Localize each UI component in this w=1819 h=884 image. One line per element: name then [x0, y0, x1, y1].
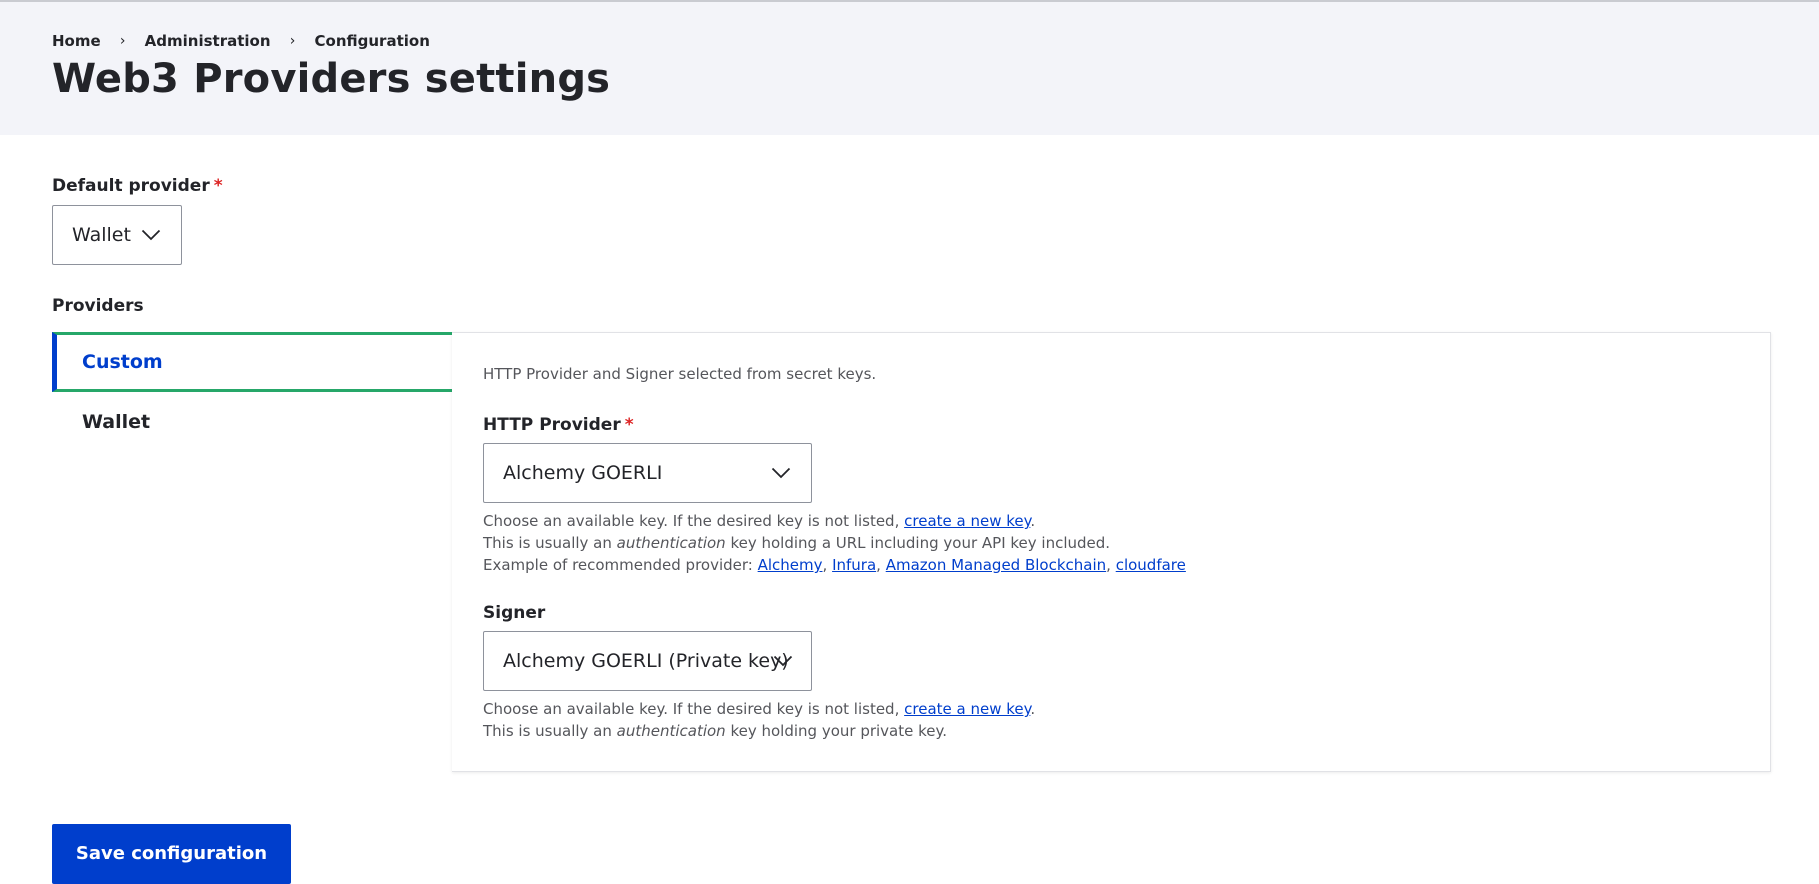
- help-text: .: [1030, 700, 1036, 718]
- providers-vertical-tabs: Custom Wallet: [52, 332, 452, 452]
- required-marker: *: [624, 415, 634, 435]
- panel-description: HTTP Provider and Signer selected from s…: [483, 365, 877, 383]
- link-separator: ,: [876, 556, 886, 574]
- default-provider-select[interactable]: Wallet: [52, 205, 182, 265]
- required-marker: *: [213, 176, 223, 196]
- link-separator: ,: [1106, 556, 1116, 574]
- alchemy-link[interactable]: Alchemy: [758, 556, 823, 574]
- chevron-down-icon: [771, 467, 791, 479]
- help-text: This is usually an: [483, 534, 617, 552]
- help-text: This is usually an: [483, 722, 617, 740]
- signer-select[interactable]: Alchemy GOERLI (Private key): [483, 631, 812, 691]
- create-new-key-link[interactable]: create a new key: [904, 700, 1030, 718]
- cloudfare-link[interactable]: cloudfare: [1116, 556, 1186, 574]
- infura-link[interactable]: Infura: [832, 556, 876, 574]
- save-configuration-button[interactable]: Save configuration: [52, 824, 291, 884]
- link-separator: ,: [822, 556, 833, 574]
- tab-wallet[interactable]: Wallet: [52, 392, 452, 452]
- http-provider-label: HTTP Provider *: [483, 415, 634, 435]
- breadcrumb: Home › Administration › Configuration: [52, 32, 430, 50]
- http-provider-help-line-3: Example of recommended provider: Alchemy…: [483, 554, 1186, 576]
- http-provider-selected-value: Alchemy GOERLI: [503, 462, 663, 484]
- help-text: key holding a URL including your API key…: [725, 534, 1111, 552]
- help-text: Choose an available key. If the desired …: [483, 700, 905, 718]
- amazon-managed-blockchain-link[interactable]: Amazon Managed Blockchain: [886, 556, 1106, 574]
- signer-selected-value: Alchemy GOERLI (Private key): [503, 650, 789, 672]
- help-text: Choose an available key. If the desired …: [483, 512, 905, 530]
- signer-help-line-1: Choose an available key. If the desired …: [483, 698, 1035, 720]
- help-emphasis: authentication: [616, 534, 726, 552]
- chevron-right-icon: ›: [289, 33, 296, 49]
- signer-label: Signer: [483, 603, 546, 623]
- tab-custom[interactable]: Custom: [52, 332, 452, 392]
- page-title: Web3 Providers settings: [52, 56, 611, 102]
- breadcrumb-administration-link[interactable]: Administration: [145, 32, 271, 50]
- http-provider-select[interactable]: Alchemy GOERLI: [483, 443, 812, 503]
- http-provider-help: Choose an available key. If the desired …: [483, 510, 1186, 576]
- providers-label: Providers: [52, 296, 144, 316]
- signer-help-line-2: This is usually an authentication key ho…: [483, 720, 1035, 742]
- default-provider-label-text: Default provider: [52, 176, 210, 196]
- default-provider-selected-value: Wallet: [72, 224, 131, 246]
- help-text: .: [1030, 512, 1036, 530]
- default-provider-label: Default provider *: [52, 176, 223, 196]
- custom-provider-panel: HTTP Provider and Signer selected from s…: [452, 332, 1771, 772]
- breadcrumb-home-link[interactable]: Home: [52, 32, 101, 50]
- page-header: Home › Administration › Configuration We…: [0, 2, 1819, 135]
- help-text: key holding your private key.: [725, 722, 948, 740]
- chevron-down-icon: [141, 229, 161, 241]
- help-text: Example of recommended provider:: [483, 556, 758, 574]
- http-provider-label-text: HTTP Provider: [483, 415, 621, 435]
- create-new-key-link[interactable]: create a new key: [904, 512, 1030, 530]
- signer-help: Choose an available key. If the desired …: [483, 698, 1035, 742]
- chevron-right-icon: ›: [119, 33, 126, 49]
- http-provider-help-line-1: Choose an available key. If the desired …: [483, 510, 1186, 532]
- breadcrumb-configuration-link[interactable]: Configuration: [315, 32, 430, 50]
- chevron-down-icon: [773, 655, 793, 667]
- http-provider-help-line-2: This is usually an authentication key ho…: [483, 532, 1186, 554]
- help-emphasis: authentication: [616, 722, 726, 740]
